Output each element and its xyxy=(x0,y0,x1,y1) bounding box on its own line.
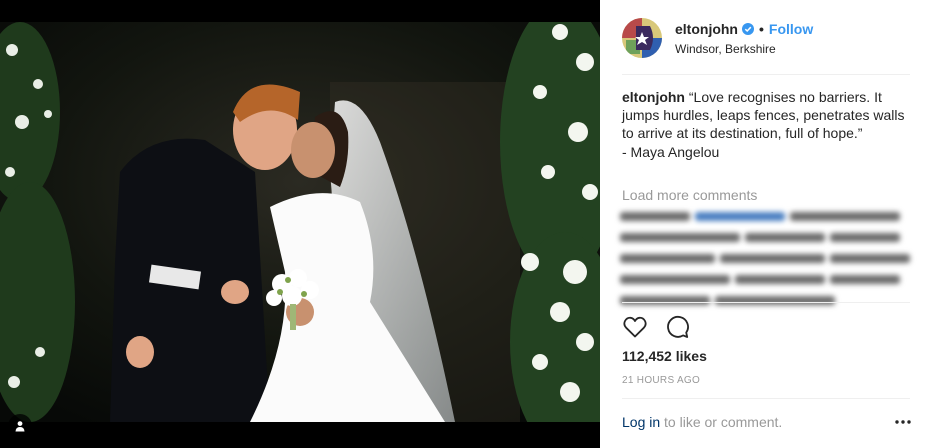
post-timestamp[interactable]: 21 HOURS AGO xyxy=(622,375,700,387)
header-divider xyxy=(622,74,910,75)
heart-outline-icon xyxy=(623,316,647,338)
follow-button[interactable]: Follow xyxy=(769,20,813,38)
post-photo[interactable] xyxy=(0,22,600,422)
verified-badge-icon xyxy=(742,22,754,35)
caption-username[interactable]: eltonjohn xyxy=(622,89,685,105)
post-caption: eltonjohn “Love recognises no barriers. … xyxy=(622,88,912,161)
actions-divider xyxy=(622,302,910,303)
post-actions xyxy=(622,314,690,340)
footer-divider xyxy=(622,398,910,399)
comment-button[interactable] xyxy=(664,314,690,340)
post-location[interactable]: Windsor, Berkshire xyxy=(675,41,813,57)
photo-panel xyxy=(0,0,600,448)
post-footer: Log in to like or comment. xyxy=(622,413,912,431)
like-count[interactable]: 112,452 likes xyxy=(622,347,707,365)
comment-bubble-icon xyxy=(667,316,689,338)
like-button[interactable] xyxy=(622,314,648,340)
user-tag-icon xyxy=(15,421,25,432)
post-sidebar: eltonjohn • Follow Windsor, Berkshire el… xyxy=(600,0,933,448)
post-header: eltonjohn • Follow Windsor, Berkshire xyxy=(622,16,910,60)
tagged-users-button[interactable] xyxy=(8,414,32,438)
avatar[interactable] xyxy=(622,18,662,58)
more-options-icon xyxy=(895,420,911,424)
header-separator: • xyxy=(759,20,764,37)
more-options-button[interactable] xyxy=(894,413,912,431)
login-prompt-text: to like or comment. xyxy=(660,414,783,430)
wedding-photo-illustration xyxy=(0,22,600,422)
avatar-image xyxy=(622,18,662,58)
post-author-username[interactable]: eltonjohn xyxy=(675,20,738,38)
login-link[interactable]: Log in xyxy=(622,414,660,430)
load-more-comments-button[interactable]: Load more comments xyxy=(622,186,757,204)
